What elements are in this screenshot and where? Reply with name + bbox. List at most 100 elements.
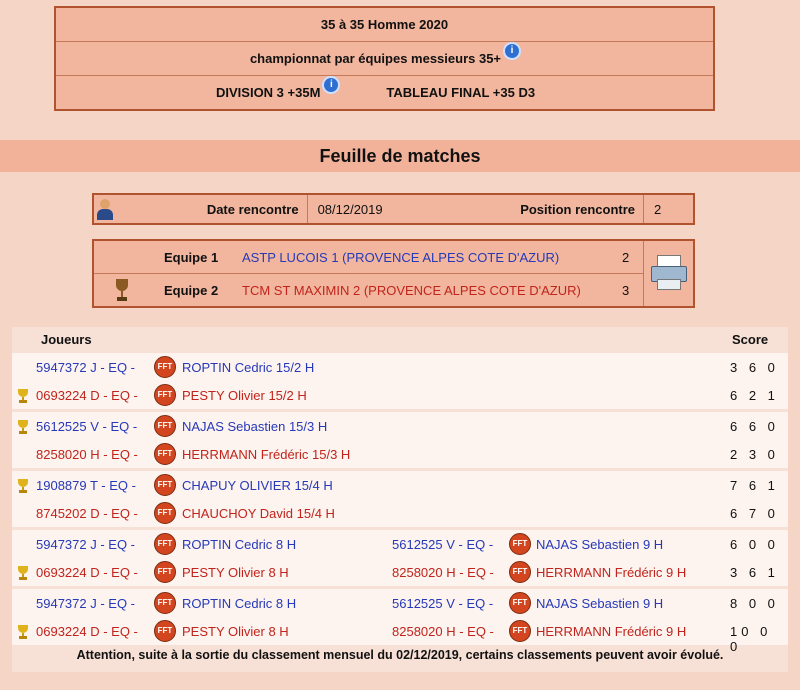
set-scores: 3 6 1: [730, 565, 779, 580]
fft-icon[interactable]: FFT: [154, 474, 176, 496]
player-row: 5947372 J - EQ - FFT ROPTIN Cedric 8 H 5612…: [12, 591, 788, 617]
player-row: 0693224 D - EQ - FFT PESTY Olivier 8 H 8258…: [12, 619, 788, 654]
player-name[interactable]: PESTY Olivier 15/2 H: [182, 388, 307, 403]
match-block: 5947372 J - EQ - FFT ROPTIN Cedric 15/2 H 3…: [12, 353, 788, 409]
player-name[interactable]: PESTY Olivier 8 H: [182, 565, 289, 580]
match-block: 5947372 J - EQ - FFT ROPTIN Cedric 8 H 5612…: [12, 589, 788, 654]
partner-license: 5612525 V - EQ -: [392, 537, 494, 552]
players-header: Joueurs Score: [12, 327, 788, 353]
player-name[interactable]: ROPTIN Cedric 15/2 H: [182, 360, 314, 375]
player-name[interactable]: HERRMANN Frédéric 15/3 H: [182, 447, 350, 462]
player-name[interactable]: CHAPUY OLIVIER 15/4 H: [182, 478, 333, 493]
fft-icon[interactable]: FFT: [154, 533, 176, 555]
partner-name[interactable]: HERRMANN Frédéric 9 H: [536, 624, 686, 639]
ranking-notice: Attention, suite à la sortie du classeme…: [76, 648, 724, 662]
competition-header: 35 à 35 Homme 2020 championnat par équip…: [54, 6, 715, 111]
fft-icon[interactable]: FFT: [154, 356, 176, 378]
player-row: 0693224 D - EQ - FFT PESTY Olivier 8 H 8258…: [12, 560, 788, 586]
page-title: Feuille de matches: [319, 145, 481, 166]
score-column-header: Score: [732, 332, 769, 347]
match-block: 1908879 T - EQ - FFT CHAPUY OLIVIER 15/4 H…: [12, 471, 788, 527]
date-value-cell: 08/12/2019: [306, 195, 499, 223]
team-score: 3: [622, 282, 630, 298]
player-name[interactable]: ROPTIN Cedric 8 H: [182, 596, 296, 611]
player-row: 5612525 V - EQ - FFT NAJAS Sebastien 15/3 …: [12, 414, 788, 440]
team-score: 2: [622, 249, 630, 265]
date-label-cell: Date rencontre: [114, 195, 307, 223]
player-row: 8745202 D - EQ - FFT CHAUCHOY David 15/4 H…: [12, 501, 788, 527]
fft-icon[interactable]: FFT: [154, 443, 176, 465]
tableau-label: TABLEAU FINAL +35 D3: [386, 85, 536, 100]
competition-title: 35 à 35 Homme 2020: [56, 8, 713, 42]
player-license: 0693224 D - EQ -: [36, 388, 138, 403]
set-scores: 3 6 0: [730, 360, 779, 375]
player-license: 0693224 D - EQ -: [36, 565, 138, 580]
fft-icon[interactable]: FFT: [154, 561, 176, 583]
player-license: 0693224 D - EQ -: [36, 624, 138, 639]
printer-icon[interactable]: [649, 253, 687, 291]
fft-icon[interactable]: FFT: [154, 502, 176, 524]
fft-icon[interactable]: FFT: [509, 620, 531, 642]
player-name[interactable]: NAJAS Sebastien 15/3 H: [182, 419, 327, 434]
match-block: 5612525 V - EQ - FFT NAJAS Sebastien 15/3 …: [12, 412, 788, 468]
fft-icon[interactable]: FFT: [509, 533, 531, 555]
position-label: Position rencontre: [520, 201, 636, 217]
set-scores: 6 2 1: [730, 388, 779, 403]
winner-trophy-icon: [17, 389, 29, 403]
teams-table: Equipe 1 ASTP LUCOIS 1 (PROVENCE ALPES C…: [92, 239, 695, 308]
date-label: Date rencontre: [206, 201, 299, 217]
meeting-info: Date rencontre 08/12/2019 Position renco…: [92, 193, 695, 225]
team-name[interactable]: ASTP LUCOIS 1 (PROVENCE ALPES COTE D'AZU…: [242, 250, 559, 265]
division-row: DIVISION 3 +35M i TABLEAU FINAL +35 D3: [56, 76, 713, 109]
player-name[interactable]: ROPTIN Cedric 8 H: [182, 537, 296, 552]
winner-trophy-icon: [17, 566, 29, 580]
set-scores: 6 0 0: [730, 537, 779, 552]
championship-row: championnat par équipes messieurs 35+ i: [56, 42, 713, 76]
position-label-cell: Position rencontre: [499, 195, 643, 223]
partner-license: 5612525 V - EQ -: [392, 596, 494, 611]
winner-trophy-icon: [17, 625, 29, 639]
winner-trophy-icon: [17, 420, 29, 434]
fft-icon[interactable]: FFT: [509, 561, 531, 583]
player-license: 5947372 J - EQ -: [36, 596, 135, 611]
trophy-icon: [116, 279, 128, 301]
set-scores: 7 6 1: [730, 478, 779, 493]
fft-icon[interactable]: FFT: [154, 384, 176, 406]
team-row: Equipe 1 ASTP LUCOIS 1 (PROVENCE ALPES C…: [94, 241, 644, 274]
partner-name[interactable]: NAJAS Sebastien 9 H: [536, 537, 663, 552]
partner-name[interactable]: HERRMANN Frédéric 9 H: [536, 565, 686, 580]
winner-trophy-icon: [17, 479, 29, 493]
player-license: 5947372 J - EQ -: [36, 360, 135, 375]
players-section: Joueurs Score 5947372 J - EQ - FFT ROPTIN …: [12, 327, 788, 672]
set-scores: 6 6 0: [730, 419, 779, 434]
player-name[interactable]: PESTY Olivier 8 H: [182, 624, 289, 639]
fft-icon[interactable]: FFT: [154, 620, 176, 642]
player-row: 8258020 H - EQ - FFT HERRMANN Frédéric 15/…: [12, 442, 788, 468]
player-license: 5947372 J - EQ -: [36, 537, 135, 552]
set-scores: 2 3 0: [730, 447, 779, 462]
players-column-header: Joueurs: [41, 332, 92, 347]
competition-title-text: 35 à 35 Homme 2020: [320, 17, 449, 32]
info-icon[interactable]: i: [505, 43, 520, 58]
player-license: 1908879 T - EQ -: [36, 478, 136, 493]
division-label: DIVISION 3 +35M: [216, 85, 321, 100]
partner-name[interactable]: NAJAS Sebastien 9 H: [536, 596, 663, 611]
player-license: 5612525 V - EQ -: [36, 419, 138, 434]
position-value-cell: 2: [643, 195, 693, 223]
match-block: 5947372 J - EQ - FFT ROPTIN Cedric 8 H 5612…: [12, 530, 788, 586]
player-row: 5947372 J - EQ - FFT ROPTIN Cedric 8 H 5612…: [12, 532, 788, 558]
user-avatar-icon: [96, 198, 114, 220]
team-row: Equipe 2 TCM ST MAXIMIN 2 (PROVENCE ALPE…: [94, 274, 644, 306]
info-icon[interactable]: i: [324, 77, 339, 92]
partner-license: 8258020 H - EQ -: [392, 565, 494, 580]
fft-icon[interactable]: FFT: [154, 592, 176, 614]
set-scores: 8 0 0: [730, 596, 779, 611]
partner-license: 8258020 H - EQ -: [392, 624, 494, 639]
fft-icon[interactable]: FFT: [154, 415, 176, 437]
team-label: Equipe 2: [164, 282, 219, 298]
set-scores: 6 7 0: [730, 506, 779, 521]
position-value: 2: [654, 201, 662, 217]
player-name[interactable]: CHAUCHOY David 15/4 H: [182, 506, 335, 521]
team-name[interactable]: TCM ST MAXIMIN 2 (PROVENCE ALPES COTE D'…: [242, 283, 581, 298]
fft-icon[interactable]: FFT: [509, 592, 531, 614]
